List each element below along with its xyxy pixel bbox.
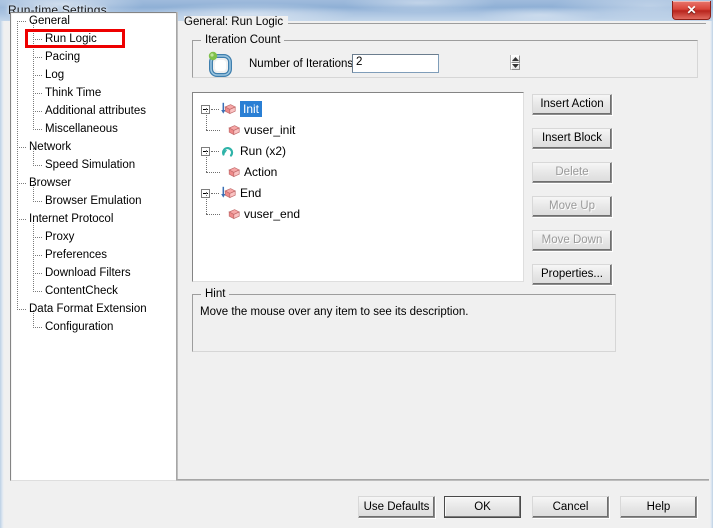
page-title: General: Run Logic: [184, 16, 289, 28]
action-block-icon: [224, 165, 241, 180]
settings-category-tree[interactable]: General Run Logic Pacing Log Think Time Addit…: [10, 12, 178, 481]
tree-connector-line: [211, 151, 219, 152]
iteration-loop-icon: [206, 50, 234, 78]
action-block-icon: [224, 207, 241, 222]
action-block-icon: [224, 123, 241, 138]
selected-node-highlight: Init: [240, 101, 263, 117]
insert-action-button[interactable]: Insert Action: [532, 94, 612, 115]
run-logic-node-label: Init: [240, 99, 263, 120]
number-of-iterations-label: Number of Iterations:: [249, 58, 357, 70]
insert-block-button[interactable]: Insert Block: [532, 128, 612, 149]
ok-button[interactable]: OK: [444, 496, 521, 518]
run-logic-node-label: Action: [244, 165, 278, 179]
tree-connector-line: [206, 192, 207, 214]
sidebar-item-preferences[interactable]: Preferences: [11, 247, 107, 263]
sidebar-item-internet-protocol[interactable]: Internet Protocol: [11, 211, 113, 227]
run-logic-node-init[interactable]: Init: [193, 99, 523, 120]
sidebar-item-download-filters[interactable]: Download Filters: [11, 265, 131, 281]
run-logic-node-label: End: [240, 186, 262, 200]
sidebar-item-label: Additional attributes: [45, 105, 147, 117]
run-logic-node-label: Run (x2): [240, 144, 287, 158]
sidebar-item-proxy[interactable]: Proxy: [11, 229, 74, 245]
spinner-up-button[interactable]: [511, 55, 520, 63]
end-block-icon: [220, 186, 237, 201]
move-down-button: Move Down: [532, 230, 612, 251]
run-logic-node-vuser-end[interactable]: vuser_end: [193, 192, 523, 225]
window-left-edge: [0, 21, 4, 528]
sidebar-item-label: Log: [45, 69, 65, 81]
sidebar-item-label: Network: [29, 141, 72, 153]
hint-label: Hint: [201, 288, 230, 300]
tree-connector-line: [206, 108, 207, 130]
sidebar-item-think-time[interactable]: Think Time: [11, 85, 101, 101]
tree-connector-line: [206, 130, 220, 131]
sidebar-item-log[interactable]: Log: [11, 67, 64, 83]
sidebar-item-network[interactable]: Network: [11, 139, 71, 155]
settings-content-pane: General: Run Logic Iteration Count Numbe…: [180, 12, 708, 477]
tree-connector-line: [211, 193, 219, 194]
tree-connector-line: [206, 150, 207, 172]
help-button[interactable]: Help: [620, 496, 697, 518]
sidebar-item-label: Speed Simulation: [45, 159, 136, 171]
spinner-down-button[interactable]: [511, 62, 520, 70]
iteration-count-group: Iteration Count Number of Iterations:: [192, 34, 698, 78]
tree-connector-line: [206, 214, 220, 215]
sidebar-item-general[interactable]: General: [11, 13, 70, 29]
tree-connector-line: [206, 172, 220, 173]
sidebar-item-browser[interactable]: Browser: [11, 175, 71, 191]
sidebar-item-data-format-extension[interactable]: Data Format Extension: [11, 301, 147, 317]
run-loop-icon: [220, 144, 236, 159]
sidebar-item-label: Download Filters: [45, 267, 131, 279]
sidebar-item-label: Internet Protocol: [29, 213, 114, 225]
hint-frame: [192, 294, 616, 352]
delete-button: Delete: [532, 162, 612, 183]
sidebar-item-contentcheck[interactable]: ContentCheck: [11, 283, 118, 299]
cancel-button[interactable]: Cancel: [532, 496, 609, 518]
vertical-splitter[interactable]: [176, 12, 178, 479]
number-of-iterations-input[interactable]: [353, 55, 510, 70]
dialog-footer: Use Defaults OK Cancel Help: [0, 486, 713, 528]
use-defaults-button[interactable]: Use Defaults: [358, 496, 435, 518]
sidebar-item-label: Browser Emulation: [45, 195, 142, 207]
tree-connector-line: [211, 109, 219, 110]
sidebar-item-label: Think Time: [45, 87, 102, 99]
run-logic-node-run-x2[interactable]: Run (x2): [193, 141, 523, 162]
horizontal-splitter[interactable]: [176, 479, 709, 481]
sidebar-item-label: Data Format Extension: [29, 303, 147, 315]
sidebar-item-label: Miscellaneous: [45, 123, 118, 135]
run-logic-node-vuser-init[interactable]: vuser_init: [193, 108, 523, 141]
run-logic-tree[interactable]: Init vuser_init Run (x2) Action End vuser_end: [192, 92, 524, 282]
settings-tree-list: General Run Logic Pacing Log Think Time Addit…: [11, 13, 177, 353]
iteration-count-label: Iteration Count: [201, 34, 285, 46]
run-time-settings-dialog: Run-time Settings ✕ General Run Logic Paci…: [0, 0, 713, 528]
number-of-iterations-field[interactable]: [352, 54, 520, 73]
sidebar-item-miscellaneous[interactable]: Miscellaneous: [11, 121, 118, 137]
sidebar-item-pacing[interactable]: Pacing: [11, 49, 80, 65]
move-up-button: Move Up: [532, 196, 612, 217]
sidebar-item-label: Browser: [29, 177, 72, 189]
properties-button[interactable]: Properties...: [532, 264, 612, 285]
sidebar-item-label: Pacing: [45, 51, 81, 63]
sidebar-item-browser-emulation[interactable]: Browser Emulation: [11, 193, 142, 209]
run-logic-node-label: vuser_end: [244, 207, 301, 221]
run-logic-node-action[interactable]: Action: [193, 150, 523, 183]
sidebar-item-run-logic[interactable]: Run Logic: [11, 31, 97, 47]
hint-group: Hint Move the mouse over any item to see…: [192, 288, 616, 352]
sidebar-item-label: ContentCheck: [45, 285, 118, 297]
sidebar-item-label: Run Logic: [45, 33, 97, 45]
sidebar-item-configuration[interactable]: Configuration: [11, 319, 113, 335]
run-logic-node-end[interactable]: End: [193, 183, 523, 204]
hint-text: Move the mouse over any item to see its …: [200, 306, 469, 318]
sidebar-item-label: Proxy: [45, 231, 75, 243]
sidebar-item-additional-attributes[interactable]: Additional attributes: [11, 103, 146, 119]
run-logic-node-label: vuser_init: [244, 123, 296, 137]
sidebar-item-label: Configuration: [45, 321, 114, 333]
sidebar-item-label: General: [29, 15, 70, 27]
sidebar-item-speed-simulation[interactable]: Speed Simulation: [11, 157, 135, 173]
sidebar-item-label: Preferences: [45, 249, 108, 261]
number-of-iterations-spinner[interactable]: [510, 55, 520, 70]
init-block-icon: [220, 102, 237, 117]
